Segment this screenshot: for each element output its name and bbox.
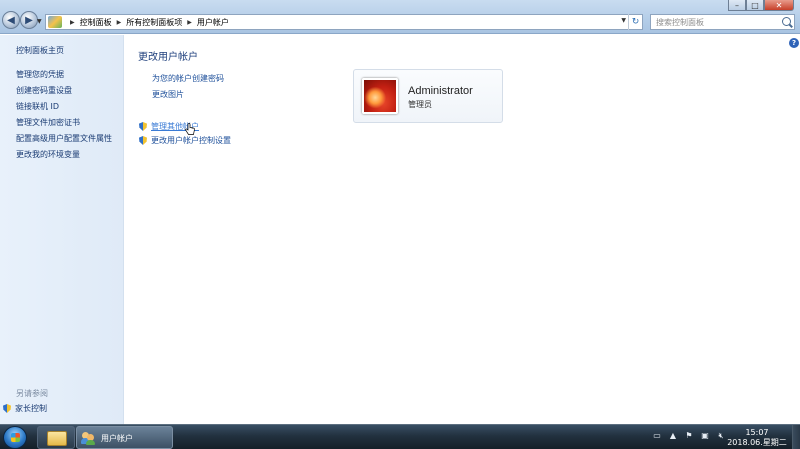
breadcrumb-chevron-icon[interactable]: ▶ <box>187 19 192 26</box>
sidebar-item-home[interactable]: 控制面板主页 <box>16 45 64 56</box>
minimize-button[interactable]: – <box>728 0 746 11</box>
forward-icon[interactable]: ▶ <box>20 11 38 29</box>
show-hidden-icons-chevron-icon[interactable]: ▲ <box>668 431 678 441</box>
page-title: 更改用户帐户 <box>138 52 198 63</box>
breadcrumb-control-panel[interactable]: 控制面板 <box>80 17 112 28</box>
breadcrumb-chevron-icon[interactable]: ▶ <box>70 19 75 26</box>
taskbar-user-accounts-label: 用户帐户 <box>101 434 133 443</box>
clock-date: 2018.06.星期二 <box>727 438 787 447</box>
window-controls: – □ ✕ <box>728 0 794 11</box>
start-orb-icon[interactable] <box>3 426 27 449</box>
search-input[interactable]: 搜索控制面板 <box>650 14 795 30</box>
breadcrumb-all-items[interactable]: 所有控制面板项 <box>126 17 182 28</box>
search-icon[interactable] <box>782 17 791 26</box>
account-card: Administrator 管理员 <box>353 69 503 123</box>
breadcrumb-chevron-icon[interactable]: ▶ <box>117 19 122 26</box>
search-placeholder: 搜索控制面板 <box>656 17 704 27</box>
keyboard-icon[interactable]: ▭ <box>652 431 662 441</box>
network-icon[interactable]: ▣ <box>700 431 710 441</box>
control-panel-icon <box>48 16 62 28</box>
back-icon[interactable]: ◀ <box>2 11 20 29</box>
create-password-link[interactable]: 为您的帐户创建密码 <box>152 73 224 84</box>
parental-controls-label: 家长控制 <box>15 404 47 413</box>
maximize-button[interactable]: □ <box>746 0 764 11</box>
shield-icon <box>139 136 147 145</box>
volume-muted-icon[interactable]: 🔇︎ <box>716 431 726 441</box>
taskbar: 用户帐户 ▭ ▲ ⚑ ▣ 🔇︎ 15:07 2018.06.星期二 <box>0 424 800 449</box>
see-also-heading: 另请参阅 <box>16 389 48 398</box>
sidebar: 控制面板主页 管理您的凭据 创建密码重设盘 链接联机 ID 管理文件加密证书 配… <box>0 35 124 424</box>
taskbar-user-accounts-button[interactable]: 用户帐户 <box>76 426 173 449</box>
change-picture-link[interactable]: 更改图片 <box>152 89 184 100</box>
flag-icon[interactable]: ⚑ <box>684 431 694 441</box>
folder-icon <box>47 431 67 446</box>
sidebar-item-environment-vars[interactable]: 更改我的环境变量 <box>16 147 112 163</box>
sidebar-item-encryption-certs[interactable]: 管理文件加密证书 <box>16 115 112 131</box>
account-avatar <box>362 78 398 114</box>
main-content: ? 更改用户帐户 为您的帐户创建密码 更改图片 管理其他帐户 更改用户帐户控制设… <box>125 35 800 424</box>
system-tray: ▭ ▲ ⚑ ▣ 🔇︎ <box>652 431 726 441</box>
taskbar-clock[interactable]: 15:07 2018.06.星期二 <box>726 428 788 448</box>
account-name: Administrator <box>408 85 473 97</box>
sidebar-task-list: 管理您的凭据 创建密码重设盘 链接联机 ID 管理文件加密证书 配置高级用户配置… <box>16 67 112 163</box>
clock-time: 15:07 <box>745 428 769 437</box>
recent-pages-chevron-icon[interactable]: ▼ <box>37 18 42 25</box>
window-titlebar: – □ ✕ ◀ ▶ ▼ ▶ 控制面板 ▶ 所有控制面板项 ▶ 用户帐户 ▼ ↻ … <box>0 0 800 34</box>
address-bar[interactable]: ▶ 控制面板 ▶ 所有控制面板项 ▶ 用户帐户 ▼ ↻ <box>45 14 643 30</box>
sidebar-item-advanced-profile[interactable]: 配置高级用户配置文件属性 <box>16 131 112 147</box>
sidebar-item-manage-credentials[interactable]: 管理您的凭据 <box>16 67 112 83</box>
address-dropdown-icon[interactable]: ▼ <box>621 17 626 24</box>
refresh-icon[interactable]: ↻ <box>628 14 642 30</box>
shield-icon <box>3 404 11 413</box>
users-icon <box>81 431 95 445</box>
sidebar-item-parental-controls[interactable]: 家长控制 <box>3 403 47 414</box>
help-icon[interactable]: ? <box>789 38 799 48</box>
taskbar-explorer-button[interactable] <box>37 426 75 449</box>
sidebar-item-link-online-id[interactable]: 链接联机 ID <box>16 99 112 115</box>
sidebar-item-password-reset-disk[interactable]: 创建密码重设盘 <box>16 83 112 99</box>
show-desktop-button[interactable] <box>792 425 800 449</box>
close-button[interactable]: ✕ <box>764 0 794 11</box>
breadcrumb-user-accounts[interactable]: 用户帐户 <box>197 17 229 28</box>
shield-icon <box>139 122 147 131</box>
uac-settings-link[interactable]: 更改用户帐户控制设置 <box>139 135 231 146</box>
uac-settings-label: 更改用户帐户控制设置 <box>151 136 231 145</box>
account-role: 管理员 <box>408 100 432 109</box>
